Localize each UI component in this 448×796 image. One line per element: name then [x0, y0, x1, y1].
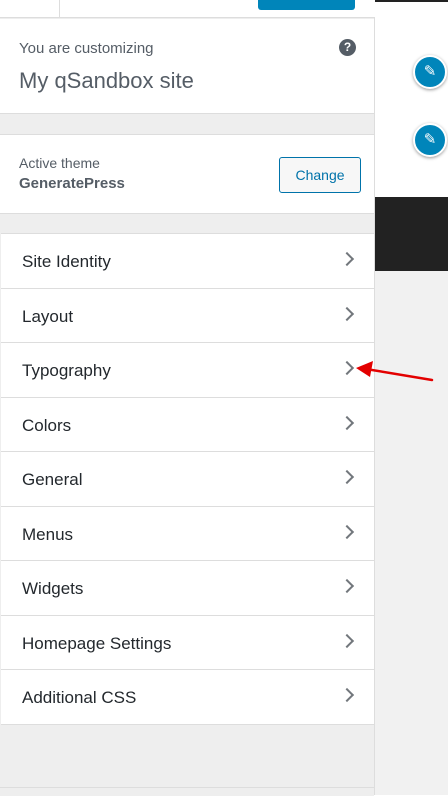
change-theme-button[interactable]: Change — [279, 157, 361, 193]
chevron-right-icon — [339, 306, 355, 321]
customizer-topbar — [0, 0, 375, 18]
chevron-right-icon — [339, 578, 355, 594]
section-label: Colors — [22, 415, 72, 435]
section-menus[interactable]: Menus — [1, 507, 374, 561]
section-label: General — [22, 470, 83, 489]
section-typography[interactable]: Typography — [1, 343, 374, 398]
section-label: Homepage Settings — [22, 633, 172, 653]
section-label: Additional CSS — [22, 688, 137, 707]
pencil-edit-icon[interactable]: ✎ — [413, 55, 447, 89]
section-label: Menus — [22, 524, 74, 544]
section-widgets[interactable]: Widgets — [1, 561, 374, 616]
section-colors[interactable]: Colors — [1, 398, 374, 452]
help-icon[interactable]: ? — [339, 39, 356, 56]
customizer-sidebar: You are customizing My qSandbox site ? A… — [0, 0, 375, 796]
chevron-right-icon — [339, 360, 355, 376]
section-general[interactable]: General — [1, 452, 374, 507]
section-layout[interactable]: Layout — [1, 289, 374, 343]
pencil-edit-icon[interactable]: ✎ — [413, 123, 447, 157]
topbar-divider — [59, 0, 60, 18]
site-preview: ✎ ✎ — [375, 0, 448, 795]
chevron-right-icon — [339, 687, 355, 703]
chevron-right-icon — [339, 469, 355, 485]
section-label: Layout — [22, 306, 74, 326]
section-homepage-settings[interactable]: Homepage Settings — [1, 616, 374, 670]
active-theme-panel: Active theme GeneratePress Change — [0, 134, 374, 214]
active-theme-name: GeneratePress — [19, 175, 125, 192]
preview-header-area — [375, 0, 448, 197]
customizing-label: You are customizing — [19, 40, 154, 57]
site-title: My qSandbox site — [19, 68, 194, 93]
chevron-right-icon — [339, 524, 355, 539]
section-label: Widgets — [22, 579, 84, 598]
section-site-identity[interactable]: Site Identity — [1, 234, 374, 289]
preview-top-bar — [375, 0, 448, 2]
chevron-right-icon — [339, 415, 355, 430]
section-label: Site Identity — [22, 252, 111, 271]
preview-navigation-bar — [375, 197, 448, 271]
chevron-right-icon — [339, 633, 355, 648]
publish-button[interactable] — [258, 0, 355, 10]
chevron-right-icon — [339, 251, 355, 267]
section-label: Typography — [22, 361, 111, 380]
section-additional-css[interactable]: Additional CSS — [1, 670, 374, 725]
customizer-sections-list: Site Identity Layout Typography Colors G… — [1, 233, 374, 725]
active-theme-label: Active theme — [19, 155, 100, 171]
customizer-info-panel: You are customizing My qSandbox site ? — [0, 19, 374, 114]
